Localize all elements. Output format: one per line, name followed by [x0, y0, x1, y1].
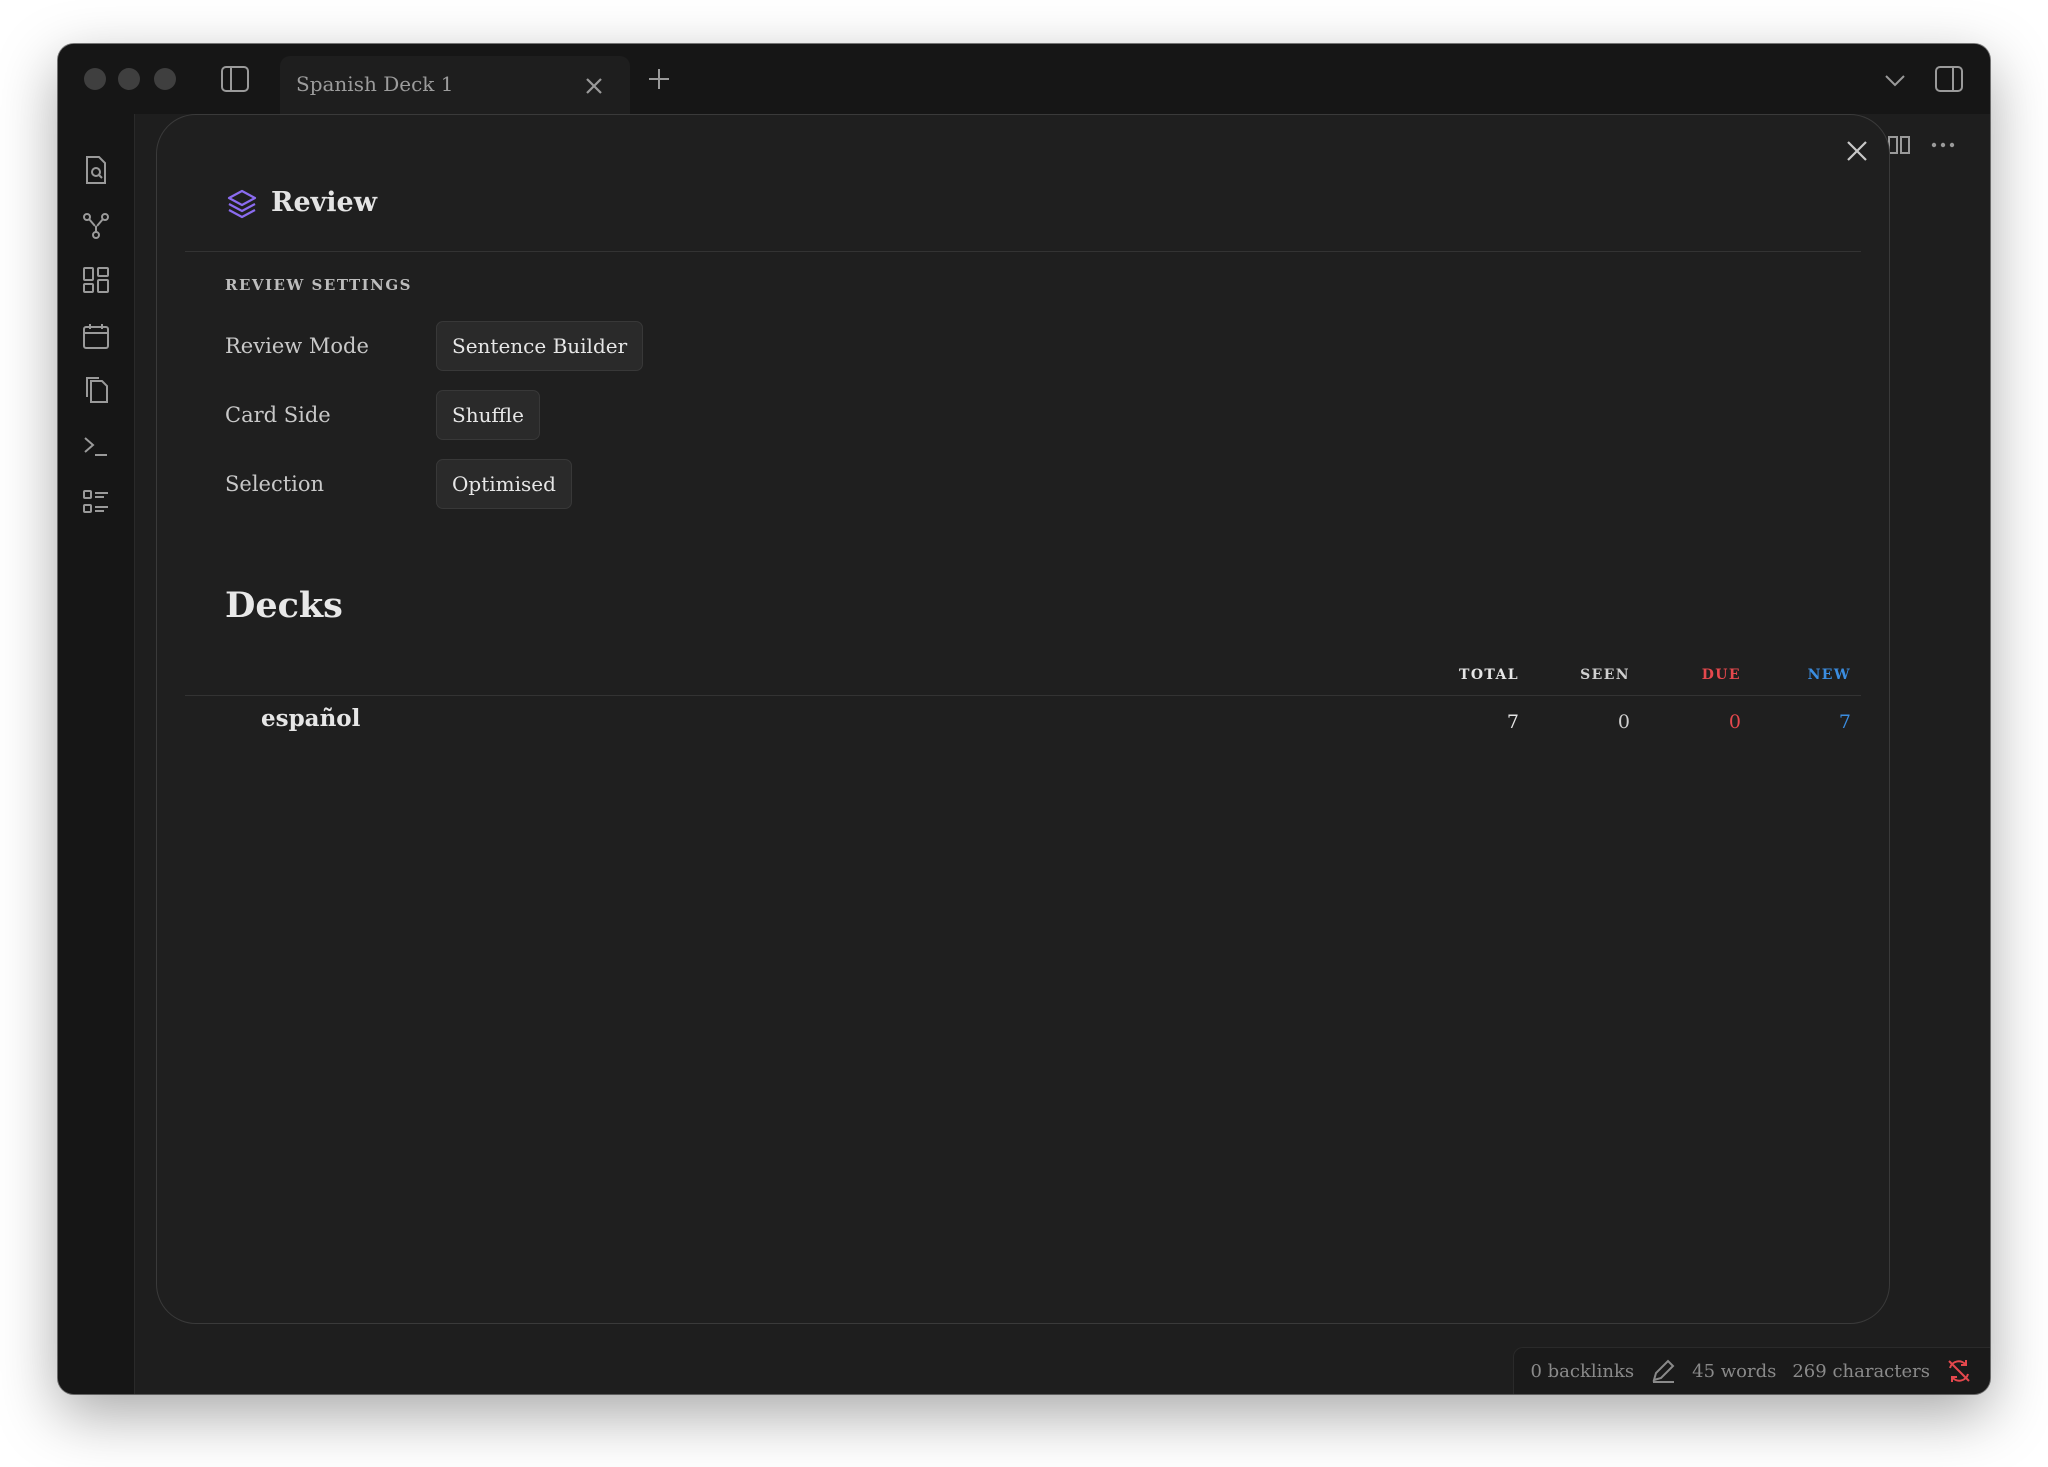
list-icon[interactable] — [76, 482, 116, 522]
right-sidebar-toggle-icon[interactable] — [1932, 62, 1966, 96]
window-minimize-light[interactable] — [118, 68, 140, 90]
decks-heading: Decks — [225, 585, 343, 626]
layers-icon — [225, 187, 259, 221]
modal-title: Review — [271, 187, 377, 218]
card-side-button[interactable]: Shuffle — [436, 390, 540, 440]
tab-title: Spanish Deck 1 — [296, 72, 454, 96]
deck-due: 0 — [1728, 711, 1741, 733]
tab-spanish-deck[interactable]: Spanish Deck 1 — [280, 56, 630, 114]
calendar-icon[interactable] — [76, 316, 116, 356]
setting-review-mode: Review Mode Sentence Builder — [225, 321, 825, 373]
setting-card-side: Card Side Shuffle — [225, 390, 825, 442]
review-modal: Review REVIEW SETTINGS Review Mode Sente… — [156, 114, 1890, 1324]
chevron-down-icon[interactable] — [1880, 66, 1910, 96]
selection-button[interactable]: Optimised — [436, 459, 572, 509]
decks-table-header: TOTAL SEEN DUE NEW — [185, 655, 1861, 696]
left-ribbon — [58, 114, 135, 1394]
grid-icon[interactable] — [76, 260, 116, 300]
modal-header: Review — [185, 115, 1861, 252]
edit-pencil-icon[interactable] — [1650, 1358, 1676, 1384]
app-window: Spanish Deck 1 0 backlinks 45 words 269 … — [58, 44, 1990, 1394]
column-seen: SEEN — [1580, 667, 1630, 683]
setting-label: Card Side — [225, 403, 331, 427]
setting-selection: Selection Optimised — [225, 459, 825, 511]
review-mode-button[interactable]: Sentence Builder — [436, 321, 644, 371]
deck-total: 7 — [1506, 711, 1519, 733]
setting-label: Selection — [225, 472, 325, 496]
word-count: 45 words — [1692, 1360, 1777, 1382]
column-due: DUE — [1701, 667, 1741, 683]
titlebar: Spanish Deck 1 — [58, 44, 1990, 114]
setting-label: Review Mode — [225, 334, 369, 358]
backlinks-count[interactable]: 0 backlinks — [1530, 1361, 1634, 1382]
search-file-icon[interactable] — [76, 150, 116, 190]
deck-new: 7 — [1838, 711, 1851, 733]
character-count: 269 characters — [1792, 1360, 1930, 1382]
column-total: TOTAL — [1459, 667, 1519, 683]
deck-seen: 0 — [1617, 711, 1630, 733]
deck-row[interactable]: español 7 0 0 7 — [185, 697, 1861, 747]
status-bar: 0 backlinks 45 words 269 characters — [1513, 1347, 1990, 1394]
column-new: NEW — [1807, 667, 1851, 683]
close-tab-icon[interactable] — [580, 72, 608, 100]
new-tab-icon[interactable] — [644, 64, 674, 94]
review-settings-heading: REVIEW SETTINGS — [225, 276, 412, 294]
terminal-icon[interactable] — [76, 426, 116, 466]
sidebar-toggle-icon[interactable] — [218, 62, 252, 96]
window-close-light[interactable] — [84, 68, 106, 90]
window-zoom-light[interactable] — [154, 68, 176, 90]
copy-icon[interactable] — [76, 370, 116, 410]
more-options-icon[interactable] — [1928, 130, 1958, 160]
deck-name[interactable]: español — [261, 705, 360, 732]
graph-icon[interactable] — [76, 206, 116, 246]
sync-disabled-icon[interactable] — [1946, 1358, 1972, 1384]
